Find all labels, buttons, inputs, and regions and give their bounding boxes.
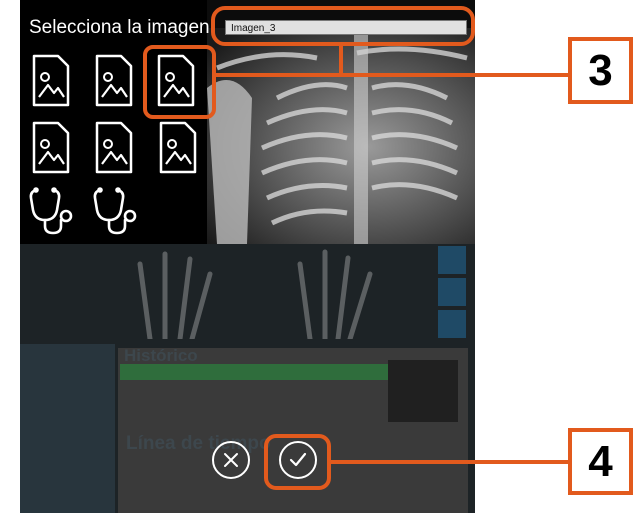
background-application: Histórico Línea de tiempo <box>20 244 475 513</box>
side-thumb <box>438 310 466 338</box>
right-panel <box>388 360 458 422</box>
image-file-icon[interactable] <box>94 120 134 175</box>
step-4-callout: 4 <box>568 428 633 495</box>
confirm-highlight <box>264 434 331 490</box>
side-thumb <box>438 246 466 274</box>
filename-highlight <box>211 6 475 46</box>
annotation-line <box>214 73 570 77</box>
thumbnail-highlight <box>143 45 216 119</box>
stethoscope-icon[interactable] <box>28 186 78 236</box>
timeline-title: Línea de tiempo <box>126 433 271 454</box>
dialog-title: Selecciona la imagen <box>29 17 210 38</box>
annotation-line <box>330 460 570 464</box>
side-thumb <box>438 278 466 306</box>
close-icon <box>224 453 238 467</box>
stethoscope-icon[interactable] <box>92 186 142 236</box>
section-title: Histórico <box>124 346 198 365</box>
image-file-icon[interactable] <box>158 120 198 175</box>
step-3-callout: 3 <box>568 37 633 104</box>
image-file-icon[interactable] <box>94 53 134 108</box>
cancel-button[interactable] <box>212 441 250 479</box>
background-sidebar <box>20 344 115 513</box>
image-file-icon[interactable] <box>31 53 71 108</box>
annotation-line <box>339 46 343 76</box>
image-file-icon[interactable] <box>31 120 71 175</box>
green-bar <box>120 364 390 380</box>
hand-xray-preview <box>137 249 373 339</box>
